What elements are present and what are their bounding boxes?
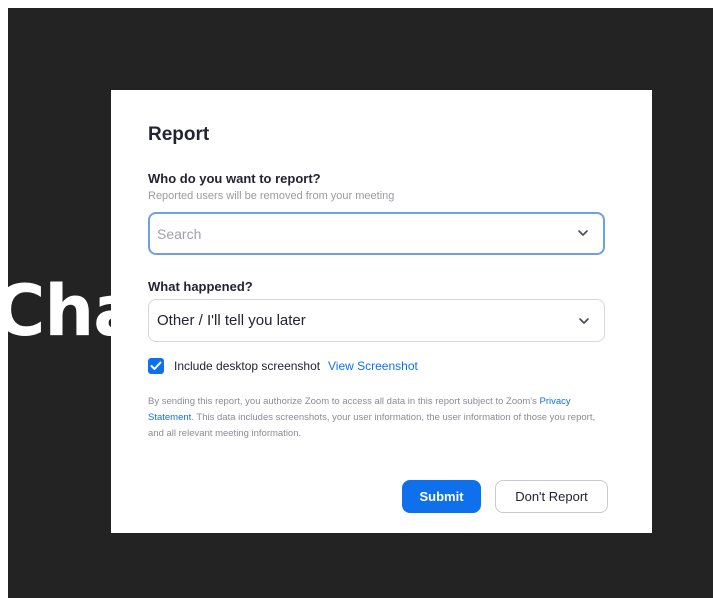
disclaimer-text-end: . This data includes screenshots, your u…: [148, 412, 596, 439]
dialog-title: Report: [148, 124, 210, 145]
what-happened-label: What happened?: [148, 279, 253, 294]
privacy-disclaimer: By sending this report, you authorize Zo…: [148, 394, 604, 442]
reason-select[interactable]: Other / I'll tell you later: [148, 299, 605, 342]
chevron-down-icon[interactable]: [577, 227, 589, 239]
chevron-down-icon[interactable]: [578, 315, 590, 327]
view-screenshot-link[interactable]: View Screenshot: [328, 359, 418, 373]
meeting-backdrop: Cha Report Who do you want to report? Re…: [8, 8, 713, 598]
search-input[interactable]: [157, 214, 557, 253]
reason-selected-value: Other / I'll tell you later: [157, 312, 306, 329]
disclaimer-text-start: By sending this report, you authorize Zo…: [148, 396, 540, 407]
checkmark-icon: [150, 361, 162, 370]
include-screenshot-label[interactable]: Include desktop screenshot: [174, 359, 320, 373]
user-search-select[interactable]: [148, 212, 605, 255]
include-screenshot-checkbox[interactable]: [148, 358, 164, 374]
who-label: Who do you want to report?: [148, 171, 321, 186]
report-dialog: Report Who do you want to report? Report…: [111, 90, 652, 533]
submit-button[interactable]: Submit: [402, 480, 481, 513]
dont-report-button[interactable]: Don't Report: [495, 480, 608, 513]
who-sublabel: Reported users will be removed from your…: [148, 190, 395, 202]
